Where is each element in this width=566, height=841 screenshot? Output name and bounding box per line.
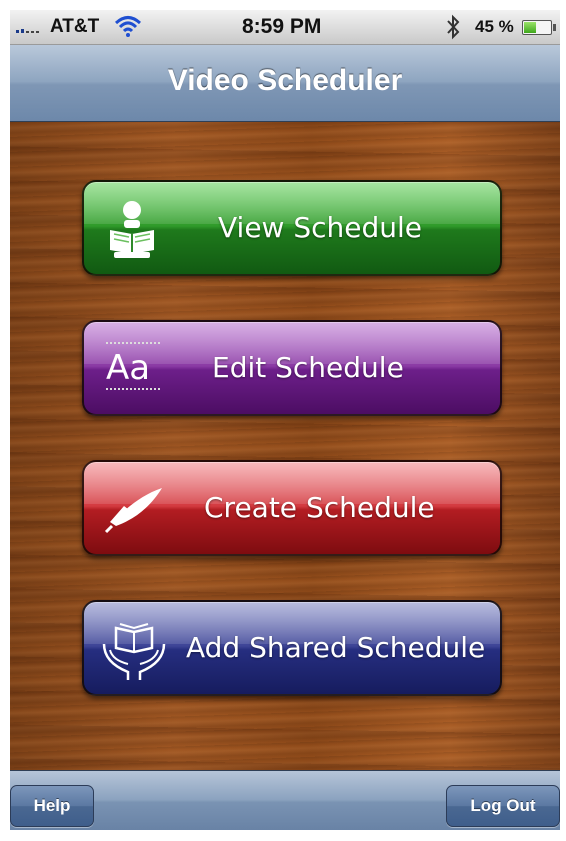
edit-schedule-button[interactable]: Aa Edit Schedule (82, 320, 502, 416)
create-schedule-button[interactable]: Create Schedule (82, 460, 502, 556)
font-aa-icon: Aa (102, 340, 164, 396)
page-title: Video Scheduler (167, 64, 403, 97)
status-bar: AT&T 8:59 PM 45 % (10, 10, 560, 45)
view-schedule-label: View Schedule (218, 211, 423, 244)
log-out-button[interactable]: Log Out (446, 785, 560, 827)
quill-icon (104, 488, 162, 534)
bottom-toolbar: Help Log Out (10, 770, 560, 830)
view-schedule-button[interactable]: View Schedule (82, 180, 502, 276)
battery-fill (524, 22, 536, 33)
status-time: 8:59 PM (242, 15, 322, 38)
bluetooth-icon (447, 14, 460, 40)
add-shared-schedule-label: Add Shared Schedule (186, 631, 486, 664)
reader-icon (110, 201, 154, 258)
create-schedule-label: Create Schedule (204, 491, 435, 524)
edit-schedule-label: Edit Schedule (212, 351, 404, 384)
navigation-bar: Video Scheduler (10, 45, 560, 122)
signal-bars-icon (16, 27, 44, 33)
add-shared-schedule-button[interactable]: Add Shared Schedule (82, 600, 502, 696)
hands-book-icon (102, 623, 166, 680)
battery-icon (522, 20, 556, 35)
help-button[interactable]: Help (10, 785, 94, 827)
wifi-icon (114, 16, 142, 37)
phone-screen: AT&T 8:59 PM 45 % Video Scheduler View S… (10, 10, 560, 830)
battery-percent: 45 % (475, 17, 514, 36)
carrier-label: AT&T (50, 16, 100, 37)
font-aa-text: Aa (106, 348, 151, 388)
